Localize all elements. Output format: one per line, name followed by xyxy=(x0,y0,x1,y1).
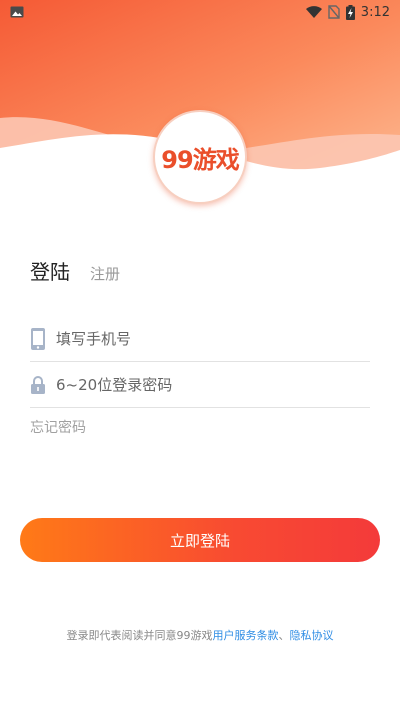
terms-link[interactable]: 用户服务条款 xyxy=(213,629,279,642)
no-sim-icon xyxy=(328,5,340,19)
status-time: 3:12 xyxy=(360,4,390,20)
password-field-row xyxy=(30,362,370,408)
agreement-text: 登录即代表阅读并同意99游戏用户服务条款、隐私协议 xyxy=(0,627,400,643)
agreement-prefix: 登录即代表阅读并同意99游戏 xyxy=(66,629,213,642)
tab-login[interactable]: 登陆 xyxy=(30,256,70,285)
agreement-separator: 、 xyxy=(278,629,290,642)
logo-text: 99游戏 xyxy=(161,145,239,174)
image-icon xyxy=(10,6,24,18)
status-bar: 3:12 xyxy=(0,0,400,24)
login-button[interactable]: 立即登陆 xyxy=(20,518,380,562)
battery-charging-icon xyxy=(345,4,355,20)
app-logo: 99游戏 xyxy=(153,110,247,204)
phone-input[interactable] xyxy=(56,329,370,348)
password-input[interactable] xyxy=(56,375,370,394)
privacy-link[interactable]: 隐私协议 xyxy=(290,629,334,642)
wifi-icon xyxy=(305,5,322,18)
phone-field-row xyxy=(30,316,370,362)
tab-register[interactable]: 注册 xyxy=(90,263,120,284)
auth-tabs: 登陆 注册 xyxy=(30,256,120,285)
forgot-password-link[interactable]: 忘记密码 xyxy=(30,417,86,437)
lock-icon xyxy=(30,373,46,397)
phone-icon xyxy=(30,327,46,351)
